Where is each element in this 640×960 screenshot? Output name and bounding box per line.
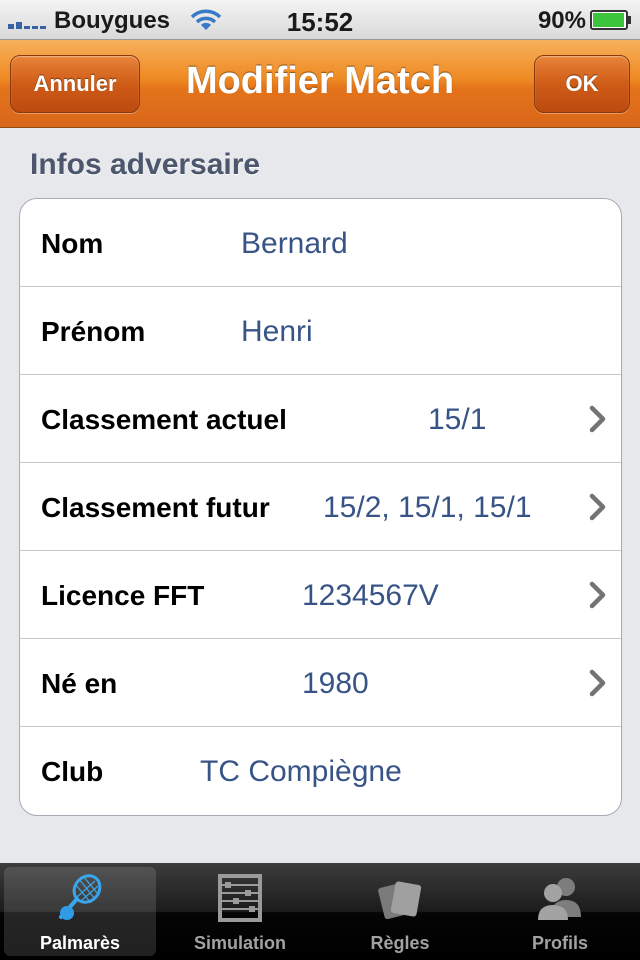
- screen: Bouygues 15:52 90% Annuler Modifier Matc…: [0, 0, 640, 960]
- row-value[interactable]: Henri: [241, 315, 313, 349]
- tab-label: Profils: [531, 933, 588, 953]
- tab-bar: Palmarès Simulation Règles Profils: [0, 863, 640, 960]
- row-value: 1234567V: [302, 579, 439, 612]
- row-club[interactable]: Club TC Compiègne: [20, 727, 621, 815]
- row-label: Licence FFT: [41, 580, 205, 611]
- row-ne-en[interactable]: Né en 1980: [20, 639, 621, 727]
- section-header: Infos adversaire: [30, 148, 261, 181]
- opponent-info-table: Nom Bernard Prénom Henri Classement actu…: [19, 198, 622, 816]
- tab-simulation[interactable]: Simulation: [164, 867, 316, 956]
- chevron-right-icon: [589, 669, 606, 697]
- tab-palmares[interactable]: Palmarès: [4, 867, 156, 956]
- ok-button[interactable]: OK: [534, 55, 630, 113]
- row-nom[interactable]: Nom Bernard: [20, 199, 621, 287]
- tennis-racket-icon: [59, 874, 102, 920]
- battery-icon: [590, 10, 631, 30]
- row-classement-actuel[interactable]: Classement actuel 15/1: [20, 375, 621, 463]
- cards-icon: [378, 881, 422, 920]
- tab-label: Palmarès: [39, 933, 121, 953]
- chevron-right-icon: [589, 405, 606, 433]
- row-value[interactable]: Bernard: [241, 227, 348, 261]
- row-label: Club: [41, 756, 104, 787]
- tab-label: Simulation: [193, 933, 286, 953]
- row-label: Classement actuel: [41, 404, 287, 435]
- cancel-button[interactable]: Annuler: [10, 55, 140, 113]
- row-label: Prénom: [41, 316, 146, 347]
- battery-percent: 90%: [537, 7, 586, 34]
- row-value: 1980: [302, 667, 369, 700]
- people-icon: [538, 878, 581, 920]
- content-area: Infos adversaire Nom Bernard Prénom Henr…: [0, 128, 640, 863]
- status-bar: Bouygues 15:52 90%: [0, 0, 640, 40]
- chevron-right-icon: [589, 581, 606, 609]
- row-label: Nom: [41, 228, 104, 259]
- row-value: 15/1: [428, 403, 487, 436]
- tab-label: Règles: [370, 933, 430, 953]
- row-label: Né en: [41, 668, 118, 699]
- row-licence-fft[interactable]: Licence FFT 1234567V: [20, 551, 621, 639]
- page-title: Modifier Match: [185, 60, 455, 102]
- navigation-bar: Annuler Modifier Match OK: [0, 40, 640, 128]
- row-value[interactable]: TC Compiègne: [200, 755, 402, 789]
- abacus-icon: [218, 874, 262, 922]
- chevron-right-icon: [589, 493, 606, 521]
- row-prenom[interactable]: Prénom Henri: [20, 287, 621, 375]
- row-label: Classement futur: [41, 492, 270, 523]
- tab-profils[interactable]: Profils: [484, 867, 636, 956]
- tab-regles[interactable]: Règles: [324, 867, 476, 956]
- row-classement-futur[interactable]: Classement futur 15/2, 15/1, 15/1: [20, 463, 621, 551]
- row-value: 15/2, 15/1, 15/1: [323, 491, 532, 524]
